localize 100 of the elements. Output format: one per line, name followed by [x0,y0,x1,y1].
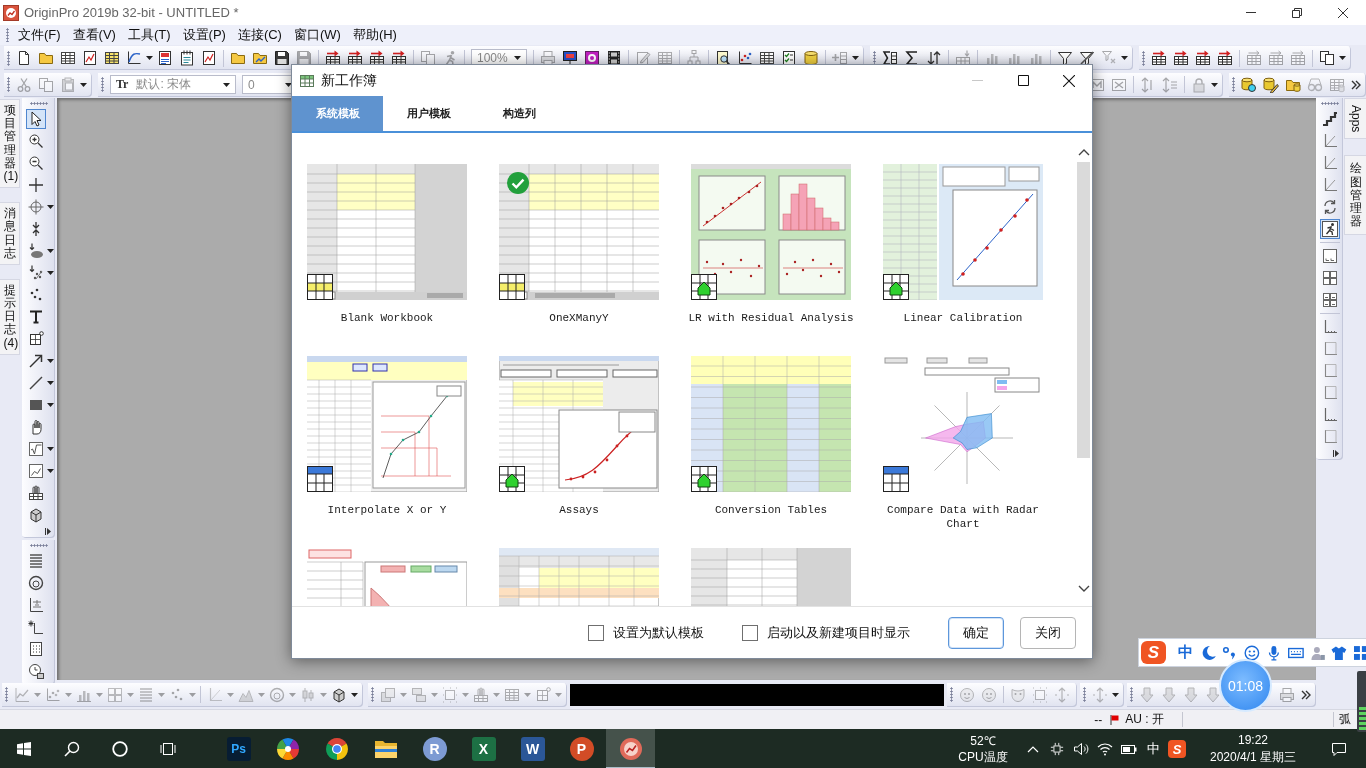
side-tab[interactable]: Apps [1344,98,1366,140]
template-name[interactable]: Blank Workbook [292,311,482,325]
panel-layout-icon[interactable] [1320,246,1340,266]
caret-icon[interactable] [47,271,54,275]
caret-icon[interactable] [852,56,859,60]
template-preview[interactable] [499,164,659,300]
crosshair-icon[interactable] [26,175,46,195]
table-arrow-icon[interactable] [1217,50,1233,66]
ring-icon[interactable] [26,573,46,593]
database-icon[interactable] [803,50,819,66]
taskbar-app-button[interactable]: W [508,729,557,768]
template-name[interactable]: OneXManyY [484,311,674,325]
caret-icon[interactable] [146,56,153,60]
page-icon[interactable] [16,50,32,66]
caret-icon[interactable] [80,82,87,87]
hand-grid-icon[interactable] [26,483,46,503]
caret-icon[interactable] [47,403,54,407]
caret-icon[interactable] [47,359,54,363]
curve-icon[interactable] [126,50,142,66]
side-tab[interactable]: 提示日志 (4) [0,278,20,355]
shirt-icon[interactable] [1331,644,1348,661]
caret-icon[interactable] [1211,82,1218,87]
person-icon[interactable] [1309,644,1326,661]
input-mode[interactable]: 中 [1177,643,1193,662]
caret-icon[interactable] [47,249,54,253]
caret-icon[interactable] [1339,56,1346,60]
database-magnifier-icon[interactable] [1241,76,1257,93]
checkbox[interactable] [742,624,758,641]
template-preview[interactable] [307,356,467,492]
menu-item[interactable]: 文件(F) [13,25,66,45]
chevron-down-icon[interactable] [1077,585,1090,592]
template-name[interactable]: Assays [484,503,674,517]
scatter-chart-icon[interactable] [737,50,753,66]
film-strip-icon[interactable] [606,50,622,66]
menu-item[interactable]: 工具(T) [122,25,176,45]
circle-icon[interactable] [112,741,128,757]
checklist-icon[interactable] [781,50,797,66]
task-view-icon[interactable] [160,742,176,756]
smiley-icon[interactable] [1244,644,1261,661]
template-name[interactable]: Compare Data with Radar Chart [868,503,1058,531]
sort-icon[interactable] [926,50,942,66]
tab[interactable]: 构造列 [474,96,565,131]
chevron-icon[interactable] [1333,450,1339,457]
wifi-icon[interactable] [1097,742,1113,756]
template-name[interactable]: LR with Residual Analysis [676,311,866,325]
table-icon[interactable] [104,50,120,66]
notepad-icon[interactable] [179,50,195,66]
monitor-icon[interactable] [562,50,578,66]
caret-icon[interactable] [47,447,54,451]
chart-document-icon[interactable] [201,50,217,66]
close-button[interactable]: 关闭 [1020,616,1076,649]
chart-document-icon[interactable] [82,50,98,66]
chip-icon[interactable] [1050,742,1064,756]
caret-icon[interactable] [47,469,54,473]
sigma-table-icon[interactable] [882,50,898,66]
scrollbar-thumb[interactable] [1077,162,1090,458]
windows-logo-icon[interactable] [16,741,32,757]
document-icon[interactable] [157,50,173,66]
chart-frame-icon[interactable] [26,461,46,481]
taskbar-app-button[interactable]: P [557,729,606,768]
chevron-icon[interactable] [45,528,51,535]
menu-item[interactable]: 窗口(W) [288,25,346,45]
sigma-icon[interactable] [904,50,920,66]
running-figure-icon[interactable] [1320,219,1340,239]
table-icon[interactable] [60,50,76,66]
formula-frame-icon[interactable] [26,439,46,459]
steps-icon[interactable] [1320,109,1340,129]
caret-icon[interactable] [47,205,54,209]
taskbar-app-button[interactable]: Ps [214,729,263,768]
panel-grid-icon[interactable] [1320,268,1340,288]
menu-item[interactable]: 帮助(H) [347,25,402,45]
double-chevron-icon[interactable] [1301,689,1311,700]
table-icon[interactable] [759,50,775,66]
menu-item[interactable]: 设置(P) [177,25,231,45]
tab[interactable]: 用户模板 [383,96,474,131]
clock[interactable]: 19:22 2020/4/1 星期三 [1200,732,1306,766]
microphone-icon[interactable] [1266,644,1282,661]
menu-item[interactable]: 连接(C) [232,25,287,45]
clock-magnifier-icon[interactable] [26,661,46,681]
table-arrow-icon[interactable] [391,50,407,66]
moon-icon[interactable] [1200,644,1217,661]
template-name[interactable]: Linear Calibration [868,311,1058,325]
table-arrow-icon[interactable] [369,50,385,66]
caret-icon[interactable] [351,692,358,697]
template-name[interactable]: Interpolate X or Y [292,503,482,517]
template-name[interactable]: Conversion Tables [676,503,866,517]
folder-icon[interactable] [252,50,268,66]
table-arrow-icon[interactable] [347,50,363,66]
cube-icon[interactable] [331,686,347,703]
taskbar-app-button[interactable] [606,729,655,768]
battery-icon[interactable] [1121,744,1137,754]
speaker-icon[interactable] [1073,741,1089,757]
confirm-button[interactable]: 确定 [948,616,1004,649]
table-arrow-icon[interactable] [1151,50,1167,66]
chevron-up-icon[interactable] [1077,149,1090,156]
grid-icon[interactable] [1353,644,1366,661]
caret-icon[interactable] [1121,56,1128,60]
search-icon[interactable] [64,741,80,757]
folder-icon[interactable] [38,50,54,66]
screen-icon[interactable] [584,50,600,66]
